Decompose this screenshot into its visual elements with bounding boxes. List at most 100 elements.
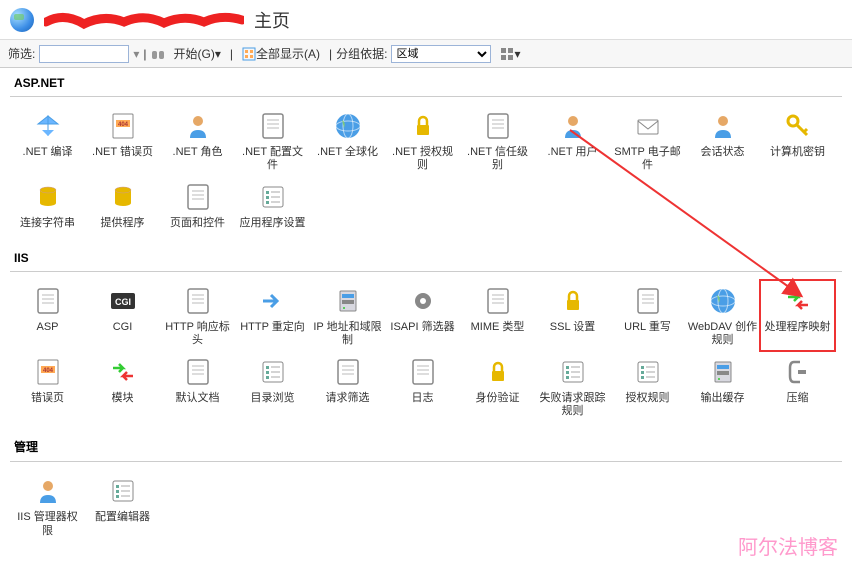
smtp-icon xyxy=(631,109,665,143)
compress-icon xyxy=(781,355,815,389)
feature-item-globe[interactable]: .NET 全球化 xyxy=(310,105,385,176)
feature-label: MIME 类型 xyxy=(471,321,525,334)
watermark: 阿尔法博客 xyxy=(738,531,838,560)
globe-icon xyxy=(10,8,34,32)
feature-item-trust[interactable]: .NET 信任级别 xyxy=(460,105,535,176)
configedit-icon xyxy=(106,474,140,508)
section-aspnet: ASP.NET .NET 编译 .NET 错误页 .NET 角色 .NET 配置文件.… xyxy=(10,74,842,235)
feature-item-session[interactable]: 会话状态 xyxy=(685,105,760,176)
feature-item-dirbrowse[interactable]: 目录浏览 xyxy=(235,351,310,422)
feature-item-asp[interactable]: ASP xyxy=(10,280,85,351)
feature-item-roles[interactable]: .NET 角色 xyxy=(160,105,235,176)
feature-item-config[interactable]: .NET 配置文件 xyxy=(235,105,310,176)
feature-item-configedit[interactable]: 配置编辑器 xyxy=(85,470,160,541)
feature-label: .NET 错误页 xyxy=(92,146,153,159)
show-all-icon xyxy=(242,47,256,61)
feature-item-defaultdoc[interactable]: 默认文档 xyxy=(160,351,235,422)
view-icon xyxy=(500,47,514,61)
feature-item-connstr[interactable]: 连接字符串 xyxy=(10,176,85,234)
feature-label: HTTP 响应标头 xyxy=(162,321,233,347)
feature-item-redirect[interactable]: HTTP 重定向 xyxy=(235,280,310,351)
section-iis: IIS ASP CGI HTTP 响应标头HTTP 重定向IP 地址和域限制ISAP… xyxy=(10,249,842,423)
feature-item-httpheaders[interactable]: HTTP 响应标头 xyxy=(160,280,235,351)
go-button[interactable]: 开始(G) ▾ xyxy=(169,44,226,64)
handler-icon xyxy=(781,284,815,318)
feature-label: .NET 信任级别 xyxy=(462,146,533,172)
feature-item-auth[interactable]: 身份验证 xyxy=(460,351,535,422)
feature-label: 输出缓存 xyxy=(701,392,745,405)
redacted-scribble xyxy=(44,10,244,30)
feature-item-providers[interactable]: 提供程序 xyxy=(85,176,160,234)
failedreq-icon xyxy=(556,355,590,389)
feature-item-iprestrict[interactable]: IP 地址和域限制 xyxy=(310,280,385,351)
page-title: 主页 xyxy=(254,7,290,33)
feature-label: 计算机密钥 xyxy=(770,146,825,159)
feature-item-mime[interactable]: MIME 类型 xyxy=(460,280,535,351)
feature-label: SSL 设置 xyxy=(550,321,595,334)
feature-label: WebDAV 创作规则 xyxy=(687,321,758,347)
feature-label: 页面和控件 xyxy=(170,217,225,230)
filter-input[interactable] xyxy=(39,45,129,63)
section-title-iis: IIS xyxy=(10,249,842,267)
feature-label: CGI xyxy=(113,321,133,334)
feature-label: .NET 角色 xyxy=(173,146,223,159)
globe-icon xyxy=(331,109,365,143)
feature-item-key[interactable]: 计算机密钥 xyxy=(760,105,835,176)
key-icon xyxy=(781,109,815,143)
section-title-aspnet: ASP.NET xyxy=(10,74,842,92)
feature-item-isapi[interactable]: ISAPI 筛选器 xyxy=(385,280,460,351)
redirect-icon xyxy=(256,284,290,318)
ssl-icon xyxy=(556,284,590,318)
view-mode-button[interactable]: ▾ xyxy=(495,44,525,64)
feature-label: 授权规则 xyxy=(626,392,670,405)
feature-label: 模块 xyxy=(112,392,134,405)
feature-item-iismgrperm[interactable]: IIS 管理器权限 xyxy=(10,470,85,541)
feature-item-urlrewrite[interactable]: URL 重写 xyxy=(610,280,685,351)
feature-item-cgi[interactable]: CGI xyxy=(85,280,160,351)
httpheaders-icon xyxy=(181,284,215,318)
feature-label: 应用程序设置 xyxy=(240,217,306,230)
show-all-button[interactable]: 全部显示(A) xyxy=(237,44,325,64)
asp-icon xyxy=(31,284,65,318)
feature-label: 请求筛选 xyxy=(326,392,370,405)
feature-item-compress[interactable]: 压缩 xyxy=(760,351,835,422)
feature-item-webdav[interactable]: WebDAV 创作规则 xyxy=(685,280,760,351)
outputcache-icon xyxy=(706,355,740,389)
feature-item-modules[interactable]: 模块 xyxy=(85,351,160,422)
feature-item-reqfilter[interactable]: 请求筛选 xyxy=(310,351,385,422)
feature-item-smtp[interactable]: SMTP 电子邮件 xyxy=(610,105,685,176)
pages-icon xyxy=(181,180,215,214)
feature-label: 会话状态 xyxy=(701,146,745,159)
feature-label: IP 地址和域限制 xyxy=(312,321,383,347)
error404-icon xyxy=(106,109,140,143)
feature-item-outputcache[interactable]: 输出缓存 xyxy=(685,351,760,422)
feature-label: 提供程序 xyxy=(101,217,145,230)
compile-icon xyxy=(31,109,65,143)
feature-item-appsettings[interactable]: 应用程序设置 xyxy=(235,176,310,234)
webdav-icon xyxy=(706,284,740,318)
feature-item-failedreq[interactable]: 失败请求跟踪规则 xyxy=(535,351,610,422)
providers-icon xyxy=(106,180,140,214)
feature-label: IIS 管理器权限 xyxy=(12,511,83,537)
group-by-select[interactable]: 区域 xyxy=(391,45,491,63)
defaultdoc-icon xyxy=(181,355,215,389)
feature-label: .NET 用户 xyxy=(548,146,598,159)
feature-item-users[interactable]: .NET 用户 xyxy=(535,105,610,176)
feature-label: 连接字符串 xyxy=(20,217,75,230)
feature-item-error404[interactable]: .NET 错误页 xyxy=(85,105,160,176)
feature-label: 压缩 xyxy=(787,392,809,405)
authoriz-icon xyxy=(631,355,665,389)
feature-item-authrules[interactable]: .NET 授权规则 xyxy=(385,105,460,176)
feature-item-compile[interactable]: .NET 编译 xyxy=(10,105,85,176)
feature-item-pages[interactable]: 页面和控件 xyxy=(160,176,235,234)
page-header: 主页 xyxy=(0,0,852,40)
feature-item-errorpg[interactable]: 错误页 xyxy=(10,351,85,422)
cgi-icon xyxy=(106,284,140,318)
feature-item-authoriz[interactable]: 授权规则 xyxy=(610,351,685,422)
mime-icon xyxy=(481,284,515,318)
feature-label: 错误页 xyxy=(31,392,64,405)
feature-item-logging[interactable]: 日志 xyxy=(385,351,460,422)
feature-item-handler[interactable]: 处理程序映射 xyxy=(760,280,835,351)
trust-icon xyxy=(481,109,515,143)
feature-item-ssl[interactable]: SSL 设置 xyxy=(535,280,610,351)
